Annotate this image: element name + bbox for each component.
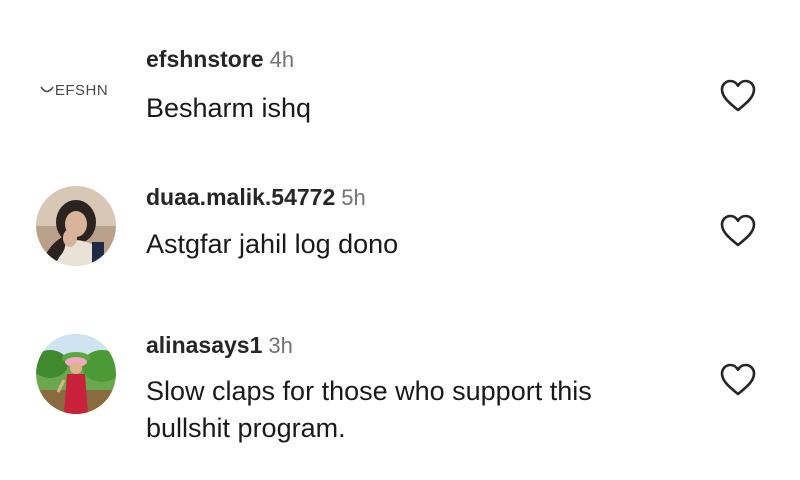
comment-text: Besharm ishq [146,93,312,123]
comment-text: Astgfar jahil log dono [146,229,399,259]
heart-icon[interactable] [720,79,756,113]
comment-item: EFSHN efshnstore 4h Besharm ishq [0,0,800,160]
comment-username[interactable]: efshnstore [146,46,264,72]
comment-timestamp: 4h [269,47,295,72]
comment-item: duaa.malik.54772 5h Astgfar jahil log don… [0,160,800,320]
heart-icon[interactable] [720,363,756,397]
comment-timestamp: 5h [341,185,366,210]
heart-icon[interactable] [720,214,756,248]
comment-timestamp: 3h [268,333,293,358]
avatar[interactable] [36,186,116,266]
avatar[interactable]: EFSHN [36,50,116,130]
avatar[interactable] [36,334,116,414]
profile-photo-avatar [36,334,116,414]
comment-username[interactable]: duaa.malik.54772 [146,184,335,210]
comment-item: alinasays1 3h Slow claps for those who su… [0,320,800,480]
profile-photo-avatar [36,186,116,266]
comment-text: Slow claps for those who support this bu… [146,376,592,443]
comment-username[interactable]: alinasays1 [146,332,262,358]
efshn-logo-icon: EFSHN [40,82,108,99]
